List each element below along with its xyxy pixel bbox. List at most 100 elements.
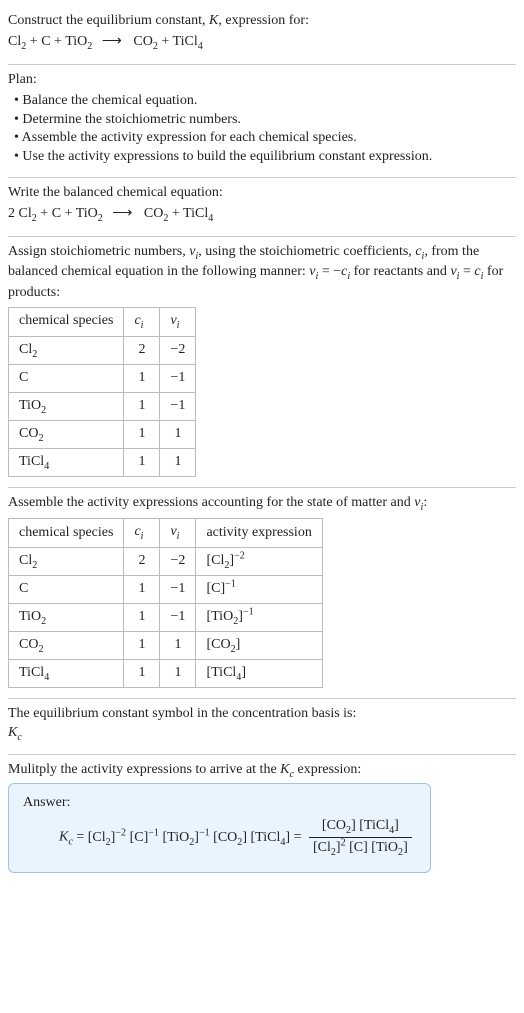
table-row: CO2 1 1 [CO2] [9, 631, 323, 659]
kc-value: Kc [8, 724, 516, 744]
col-vi: νi [160, 518, 196, 547]
col-ci: ci [124, 518, 160, 547]
plan-heading: Plan: [8, 71, 516, 90]
cell-vi: −1 [160, 604, 196, 632]
cell-vi: −2 [160, 337, 196, 365]
cell-vi: −1 [160, 364, 196, 392]
balanced-equation: 2 Cl2 + C + TiO2 ⟶ CO2 + TiCl4 [8, 205, 516, 224]
species-c: C [41, 34, 50, 49]
multiply-section: Mulitply the activity expressions to arr… [8, 755, 516, 883]
cell-species: Cl2 [9, 337, 124, 365]
cell-ci: 1 [124, 420, 160, 448]
cell-activity: [TiO2]−1 [196, 604, 322, 632]
table-row: C 1 −1 [9, 364, 196, 392]
cell-species: CO2 [9, 420, 124, 448]
cell-vi: 1 [160, 420, 196, 448]
table-row: TiCl4 1 1 [TiCl4] [9, 659, 323, 687]
coefficient: 2 [8, 206, 19, 221]
cell-activity: [CO2] [196, 631, 322, 659]
species-co2: CO2 [133, 34, 158, 49]
species-tio2: TiO2 [65, 34, 92, 49]
fraction-denominator: [Cl2]2 [C] [TiO2] [309, 837, 412, 858]
stoichiometry-table: chemical species ci νi Cl2 2 −2 C 1 −1 T… [8, 307, 196, 477]
kc-symbol: K [59, 830, 68, 845]
species-ticl4: TiCl4 [173, 34, 203, 49]
table-row: TiCl4 1 1 [9, 448, 196, 476]
reaction-arrow-icon: ⟶ [106, 206, 140, 221]
cell-vi: −2 [160, 548, 196, 576]
cell-vi: 1 [160, 448, 196, 476]
intro-text-b: , expression for: [218, 13, 309, 28]
cell-vi: 1 [160, 631, 196, 659]
cell-ci: 1 [124, 576, 160, 604]
table-row: TiO2 1 −1 [9, 392, 196, 420]
table-row: Cl2 2 −2 [9, 337, 196, 365]
plan-section: Plan: Balance the chemical equation. Det… [8, 65, 516, 177]
cell-ci: 1 [124, 659, 160, 687]
table-header-row: chemical species ci νi activity expressi… [9, 518, 323, 547]
plan-item: Balance the chemical equation. [8, 92, 516, 111]
cell-species: TiO2 [9, 392, 124, 420]
answer-expression: Kc = [Cl2]−2 [C]−1 [TiO2]−1 [CO2] [TiCl4… [23, 817, 416, 858]
cell-ci: 1 [124, 364, 160, 392]
cell-ci: 1 [124, 392, 160, 420]
table-row: CO2 1 1 [9, 420, 196, 448]
term-ticl4: [TiCl4] [251, 830, 291, 845]
intro-line: Construct the equilibrium constant, K, e… [8, 12, 516, 31]
balanced-heading: Write the balanced chemical equation: [8, 184, 516, 203]
col-species: chemical species [9, 518, 124, 547]
activity-table: chemical species ci νi activity expressi… [8, 518, 323, 688]
cell-species: CO2 [9, 631, 124, 659]
cell-ci: 1 [124, 448, 160, 476]
kc-symbol-section: The equilibrium constant symbol in the c… [8, 699, 516, 754]
balanced-equation-section: Write the balanced chemical equation: 2 … [8, 178, 516, 236]
stoich-text: Assign stoichiometric numbers, νi, using… [8, 243, 516, 303]
table-row: TiO2 1 −1 [TiO2]−1 [9, 604, 323, 632]
kc-text: The equilibrium constant symbol in the c… [8, 705, 516, 724]
multiply-heading: Mulitply the activity expressions to arr… [8, 761, 516, 781]
cell-species: Cl2 [9, 548, 124, 576]
table-row: Cl2 2 −2 [Cl2]−2 [9, 548, 323, 576]
cell-species: C [9, 364, 124, 392]
kc-fraction: [CO2] [TiCl4] [Cl2]2 [C] [TiO2] [309, 817, 412, 858]
col-ci: ci [124, 307, 160, 336]
stoichiometry-section: Assign stoichiometric numbers, νi, using… [8, 237, 516, 487]
k-symbol: K [209, 13, 218, 28]
term-cl2: [Cl2]−2 [88, 830, 126, 845]
col-vi: νi [160, 307, 196, 336]
species-tio2: TiO2 [76, 206, 103, 221]
cell-ci: 2 [124, 548, 160, 576]
activity-heading: Assemble the activity expressions accoun… [8, 494, 516, 514]
answer-box: Answer: Kc = [Cl2]−2 [C]−1 [TiO2]−1 [CO2… [8, 783, 431, 873]
intro-text-a: Construct the equilibrium constant, [8, 13, 209, 28]
species-c: C [52, 206, 61, 221]
term-c: [C]−1 [130, 830, 159, 845]
plan-item: Use the activity expressions to build th… [8, 148, 516, 167]
reaction-arrow-icon: ⟶ [96, 34, 130, 49]
cell-vi: −1 [160, 392, 196, 420]
cell-species: TiO2 [9, 604, 124, 632]
problem-statement: Construct the equilibrium constant, K, e… [8, 6, 516, 64]
cell-vi: −1 [160, 576, 196, 604]
cell-ci: 1 [124, 604, 160, 632]
cell-species: TiCl4 [9, 659, 124, 687]
species-cl2: Cl2 [8, 34, 26, 49]
cell-ci: 2 [124, 337, 160, 365]
term-co2: [CO2] [213, 830, 247, 845]
table-header-row: chemical species ci νi [9, 307, 196, 336]
cell-activity: [Cl2]−2 [196, 548, 322, 576]
species-cl2: Cl2 [19, 206, 37, 221]
cell-activity: [C]−1 [196, 576, 322, 604]
cell-ci: 1 [124, 631, 160, 659]
species-co2: CO2 [144, 206, 169, 221]
activity-section: Assemble the activity expressions accoun… [8, 488, 516, 698]
plan-item: Determine the stoichiometric numbers. [8, 111, 516, 130]
plan-list: Balance the chemical equation. Determine… [8, 92, 516, 168]
answer-label: Answer: [23, 794, 416, 813]
cell-vi: 1 [160, 659, 196, 687]
species-ticl4: TiCl4 [183, 206, 213, 221]
cell-species: TiCl4 [9, 448, 124, 476]
term-tio2: [TiO2]−1 [162, 830, 209, 845]
col-activity: activity expression [196, 518, 322, 547]
cell-species: C [9, 576, 124, 604]
